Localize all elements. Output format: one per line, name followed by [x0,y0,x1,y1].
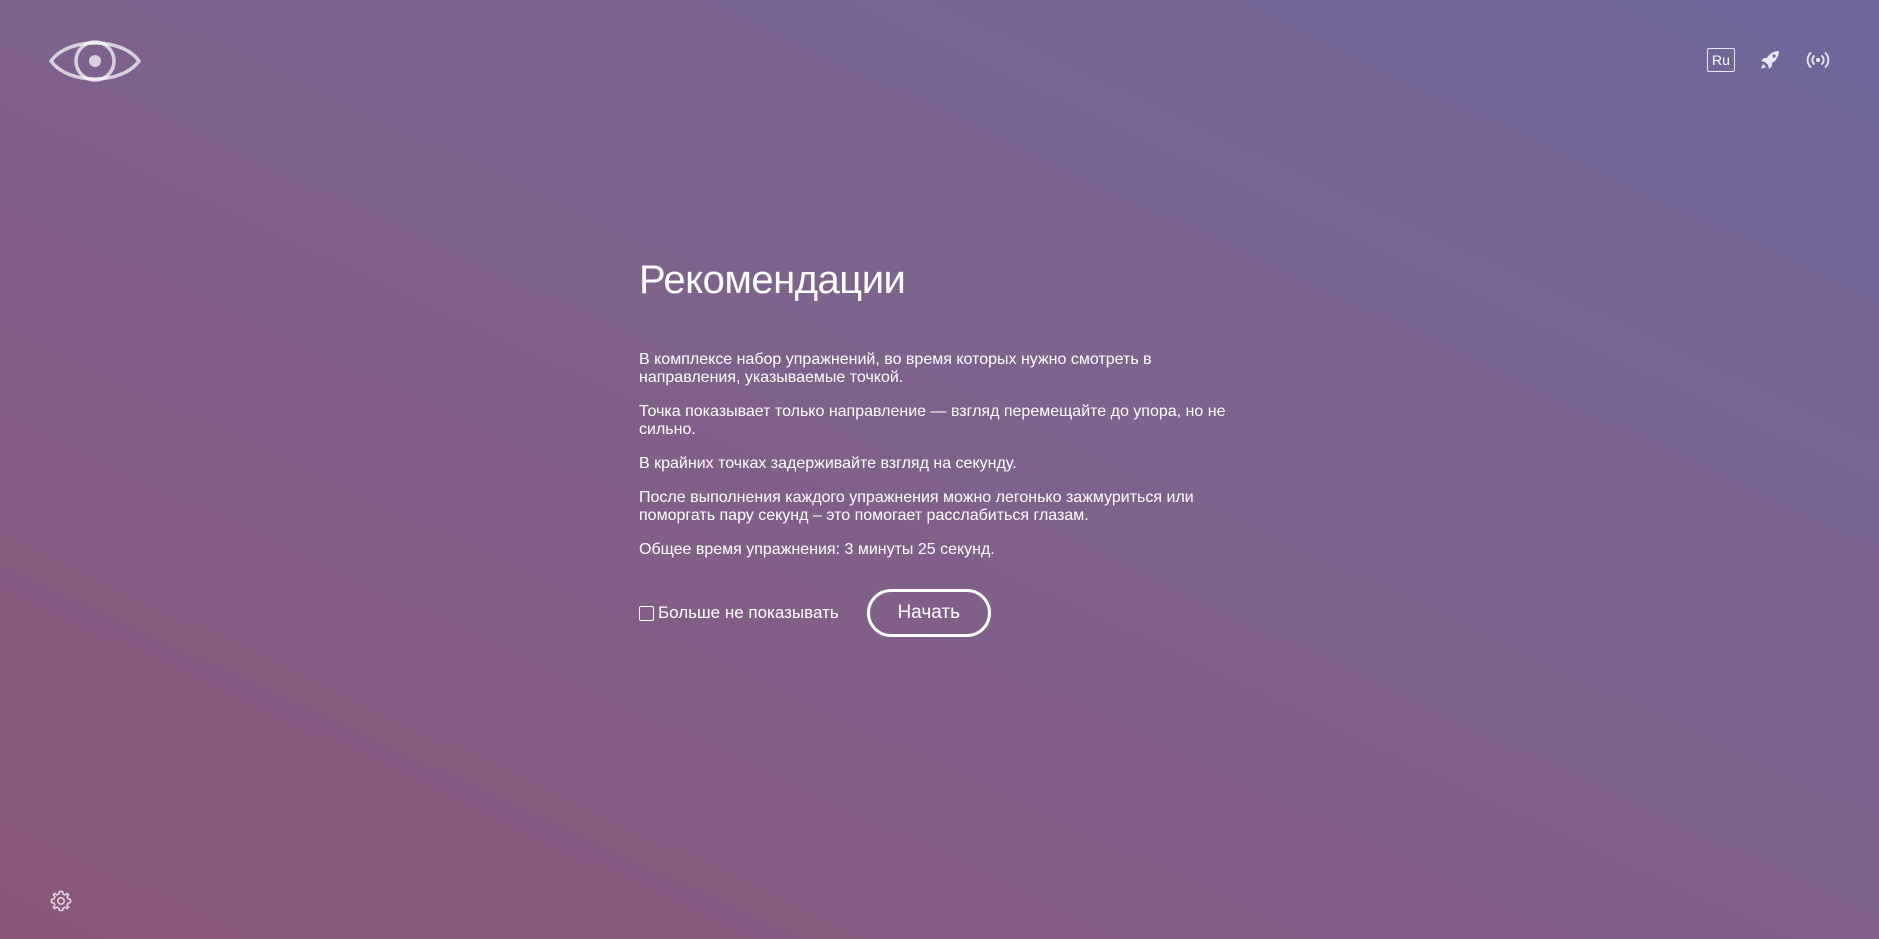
total-time-text: Общее время упражнения: 3 минуты 25 секу… [639,541,995,558]
recommendations-panel: Рекомендации В комплексе набор упражнени… [639,258,1239,637]
rocket-icon[interactable] [1757,47,1783,73]
instruction-paragraph-2: Точка показывает только направление — вз… [639,403,1226,438]
checkbox-box[interactable] [639,605,654,621]
instruction-paragraph-4: После выполнения каждого упражнения можн… [639,489,1194,524]
instruction-paragraph-1: В комплексе набор упражнений, во время к… [639,351,1152,386]
language-button[interactable]: Ru [1707,48,1735,72]
actions-row: Больше не показывать Начать [639,589,1239,637]
broadcast-icon[interactable] [1805,47,1831,73]
gear-icon[interactable] [49,889,73,913]
eye-logo-icon [48,34,142,88]
top-right-controls: Ru [1707,47,1831,73]
dont-show-again-checkbox[interactable]: Больше не показывать [639,603,839,623]
instruction-paragraph-3: В крайних точках задерживайте взгляд на … [639,455,1017,472]
checkbox-label: Больше не показывать [658,603,839,622]
page-title: Рекомендации [639,258,906,302]
start-button[interactable]: Начать [866,589,991,637]
